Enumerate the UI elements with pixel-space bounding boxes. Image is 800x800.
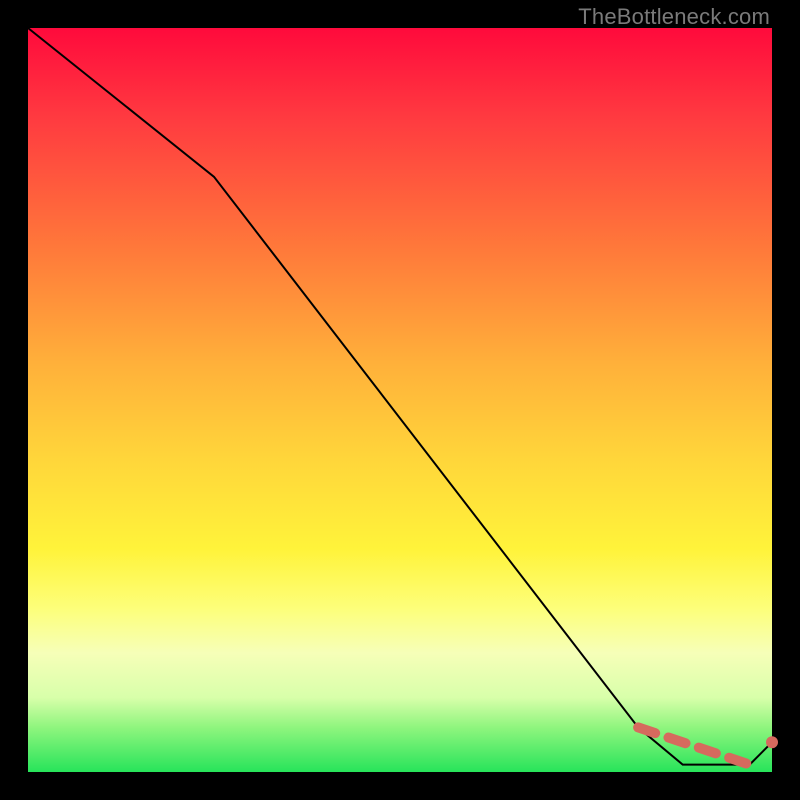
series-line [28,28,772,765]
end-point-marker [766,736,778,748]
chart-frame: TheBottleneck.com [0,0,800,800]
dashed-segment [638,727,750,764]
chart-overlay [28,28,772,772]
attribution-label: TheBottleneck.com [578,4,770,30]
